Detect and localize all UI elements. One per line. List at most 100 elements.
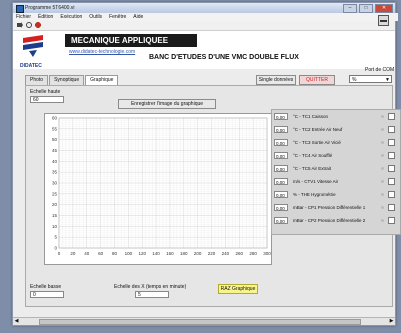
scale-low-label: Echelle basse [30,284,62,290]
channel-checkbox[interactable] [388,217,395,224]
y-tick-label: 0 [54,246,57,251]
legend-row: 0,00 °C - TC3 Sortie Air Vicié [272,138,400,148]
save-graph-button[interactable]: Enregistrer l'image du graphique [118,99,216,109]
stop-icon[interactable] [35,22,41,28]
legend-row: 0,00 °C - TC5 Air Extrait [272,164,400,174]
led-indicator [381,154,384,157]
chart-plot-area: 0 5 10 15 20 25 30 35 40 45 50 55 60 0 20 40 60 80 100 120 1… [44,113,272,265]
single-data-button[interactable]: Single données [256,75,296,85]
channel-checkbox[interactable] [388,204,395,211]
scale-high-field[interactable]: 60 [30,96,64,103]
channel-checkbox[interactable] [388,113,395,120]
title-bar: Programme 5T6400.vi – □ ✕ [13,3,395,13]
y-tick-label: 40 [52,159,58,164]
led-indicator [381,167,384,170]
channel-value: 0,00 [274,152,288,159]
legend-row: 0,00 mBar - CP1 Pression Différentielle … [272,203,400,213]
y-tick-label: 35 [52,170,58,175]
channel-checkbox[interactable] [388,191,395,198]
x-tick-label: 240 [222,251,230,256]
channel-value: 0,00 [274,191,288,198]
channel-value: 0,00 [274,113,288,120]
led-indicator [381,141,384,144]
led-indicator [381,115,384,118]
channel-checkbox[interactable] [388,126,395,133]
tab-synoptique[interactable]: Synoptique [49,75,85,85]
page-title: BANC D'ETUDES D'UNE VMC DOUBLE FLUX [149,54,299,61]
x-tick-label: 80 [112,251,118,256]
quit-button[interactable]: QUITTER [299,75,335,85]
menu-fichier[interactable]: Fichier [16,13,31,21]
scale-low-field[interactable]: 0 [30,291,64,298]
header-banner: MECANIQUE APPLIQUEE [65,34,197,47]
channel-checkbox[interactable] [388,165,395,172]
toolbar [13,21,395,31]
legend-row: 0,00 m/s - CTV1 Vitesse Air [272,177,400,187]
menu-edition[interactable]: Édition [38,13,53,21]
scroll-right-icon[interactable]: ▶ [388,318,395,325]
x-tick-label: 0 [58,251,61,256]
time-scale-field[interactable]: 5 [135,291,169,298]
y-tick-label: 20 [52,202,58,207]
scroll-thumb[interactable] [39,319,361,325]
y-tick-label: 50 [52,137,58,142]
didatec-logo-icon [23,35,43,57]
scroll-left-icon[interactable]: ◀ [13,318,20,325]
menu-execution[interactable]: Exécution [60,13,82,21]
led-indicator [381,219,384,222]
channel-checkbox[interactable] [388,139,395,146]
close-button[interactable]: ✕ [375,4,393,13]
legend-row: 0,00 °C - TC2 Entrée Air Neuf [272,125,400,135]
com-port-select[interactable]: % ▼ [349,75,392,83]
x-tick-label: 260 [236,251,244,256]
channel-checkbox[interactable] [388,152,395,159]
menu-fenetre[interactable]: Fenêtre [109,13,126,21]
menu-bar: Fichier Édition Exécution Outils Fenêtre… [13,13,398,21]
x-tick-label: 20 [70,251,76,256]
run-arrow-icon[interactable] [17,22,23,28]
x-tick-label: 280 [249,251,257,256]
y-tick-label: 15 [52,213,58,218]
x-tick-label: 200 [194,251,202,256]
channel-label: % - THE Hygrométrie [293,192,336,197]
tab-graphique[interactable]: Graphique [85,75,119,85]
x-tick-label: 220 [208,251,216,256]
run-continuous-icon[interactable] [26,22,32,28]
channel-value: 0,00 [274,178,288,185]
minimize-button[interactable]: – [343,4,357,13]
channel-value: 0,00 [274,126,288,133]
website-link[interactable]: www.didatec-technologie.com [69,49,135,55]
menu-outils[interactable]: Outils [89,13,102,21]
labview-vi-icon [378,15,389,26]
logo-text: DIDATEC [20,63,42,69]
channel-label: °C - TC5 Air Extrait [293,166,331,171]
channel-label: °C - TC1 Caisson [293,114,328,119]
channel-label: m/s - CTV1 Vitesse Air [293,179,339,184]
raz-graph-button[interactable]: RAZ Graphique [218,284,258,294]
tab-photo[interactable]: Photo [25,75,49,85]
app-icon [16,5,24,13]
channel-checkbox[interactable] [388,178,395,185]
horizontal-scrollbar[interactable]: ◀ ▶ [13,317,395,325]
y-tick-label: 30 [52,181,58,186]
scale-high-label: Echelle haute [30,89,61,95]
chart-legend: 0,00 °C - TC1 Caisson 0,00 °C - TC2 Entr… [271,109,401,235]
x-tick-label: 300 [263,251,271,256]
y-tick-label: 25 [52,191,58,196]
tab-bar: Photo Synoptique Graphique [25,75,119,85]
x-tick-label: 120 [138,251,146,256]
led-indicator [381,193,384,196]
y-tick-label: 45 [52,148,58,153]
com-port-value: % [352,77,357,83]
channel-value: 0,00 [274,165,288,172]
legend-row: 0,00 °C - TC4 Air Soufflé [272,151,400,161]
channel-label: °C - TC4 Air Soufflé [293,153,333,158]
channel-label: °C - TC3 Sortie Air Vicié [293,140,341,145]
x-tick-label: 100 [125,251,133,256]
header: DIDATEC MECANIQUE APPLIQUEE www.didatec-… [13,31,395,69]
x-tick-label: 140 [152,251,160,256]
menu-aide[interactable]: Aide [133,13,143,21]
app-window: Programme 5T6400.vi – □ ✕ Fichier Éditio… [12,2,401,326]
maximize-button[interactable]: □ [359,4,373,13]
legend-row: 0,00 mBar - CP2 Pression Différentielle … [272,216,400,226]
